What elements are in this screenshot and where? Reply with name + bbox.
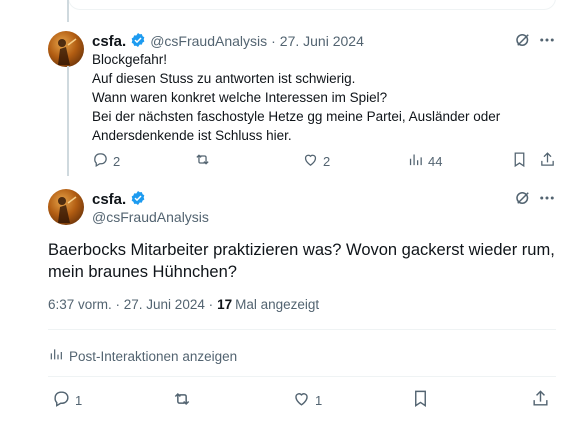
bookmark-icon (511, 151, 528, 171)
reply-icon (52, 389, 71, 411)
post-date[interactable]: 27. Juni 2024 (280, 33, 364, 49)
interactions-label: Post-Interaktionen anzeigen (69, 349, 238, 364)
reply-icon (92, 151, 109, 171)
reply-line: Bei der nächsten faschostyle Hetze gg me… (92, 109, 501, 124)
divider (48, 376, 556, 377)
reply-text: Blockgefahr! Auf diesen Stuss zu antwort… (92, 50, 542, 145)
main-header-name: csfa. (92, 190, 146, 208)
repost-icon (172, 389, 192, 412)
reply-button[interactable]: 2 (92, 151, 120, 171)
post-meta: 6:37 vorm. · 27. Juni 2024 · 17 Mal ange… (48, 297, 319, 312)
verified-badge-icon (130, 190, 146, 209)
repost-icon (194, 151, 211, 171)
views-button[interactable]: 44 (407, 151, 442, 171)
thread-line (67, 0, 69, 22)
reply-button[interactable]: 1 (52, 389, 82, 411)
avatar[interactable] (48, 31, 84, 67)
bookmark-button[interactable] (511, 151, 528, 171)
grok-icon[interactable] (514, 189, 532, 212)
share-icon (531, 389, 550, 411)
repost-button[interactable] (194, 151, 211, 171)
thread-connector (67, 66, 69, 176)
like-count: 2 (323, 153, 331, 169)
reply-header: csfa. @csFraudAnalysis · 27. Juni 2024 (92, 32, 364, 50)
reply-line: Andersdenkende ist Schluss hier. (92, 128, 292, 143)
like-count: 1 (315, 392, 323, 408)
analytics-icon (48, 346, 64, 367)
more-options-icon[interactable] (538, 189, 556, 212)
display-name[interactable]: csfa. (92, 33, 126, 50)
post-line: Baerbocks Mitarbeiter praktizieren was? … (48, 241, 555, 259)
post-timestamp[interactable]: 6:37 vorm. · 27. Juni 2024 · (48, 297, 213, 312)
post-line: mein braunes Hühnchen? (48, 263, 237, 281)
previous-post-card (68, 0, 556, 10)
reply-line: Wann waren konkret welche Interessen im … (92, 90, 388, 105)
views-label: Mal angezeigt (235, 297, 320, 312)
separator: · (271, 33, 276, 49)
analytics-icon (407, 151, 424, 171)
reply-count: 2 (113, 153, 121, 169)
heart-icon (292, 389, 311, 411)
handle[interactable]: @csFraudAnalysis (92, 209, 209, 225)
like-button[interactable]: 1 (292, 389, 322, 411)
views-count: 44 (428, 153, 443, 169)
avatar[interactable] (48, 189, 84, 225)
bookmark-button[interactable] (411, 389, 430, 411)
share-icon (539, 151, 556, 171)
views-count: 17 (217, 297, 233, 312)
main-post-text: Baerbocks Mitarbeiter praktizieren was? … (48, 239, 568, 283)
post-interactions-link[interactable]: Post-Interaktionen anzeigen (48, 346, 237, 367)
reply-count: 1 (75, 392, 83, 408)
repost-button[interactable] (172, 389, 192, 412)
display-name[interactable]: csfa. (92, 191, 126, 208)
reply-line: Blockgefahr! (92, 52, 168, 67)
share-button[interactable] (531, 389, 550, 411)
bookmark-icon (411, 389, 430, 411)
share-button[interactable] (539, 151, 556, 171)
divider (48, 329, 556, 330)
like-button[interactable]: 2 (302, 151, 330, 171)
heart-icon (302, 151, 319, 171)
verified-badge-icon (130, 32, 146, 51)
reply-line: Auf diesen Stuss zu antworten ist schwie… (92, 71, 356, 86)
handle[interactable]: @csFraudAnalysis (150, 33, 267, 49)
